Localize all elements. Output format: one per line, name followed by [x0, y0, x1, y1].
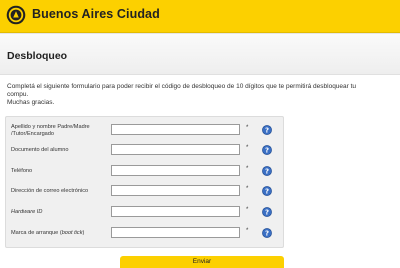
submit-button[interactable]: Enviar — [120, 256, 284, 268]
guardian-name-label: Apellido y nombre Padre/Madre /Tutor/Enc… — [11, 124, 111, 137]
boot-tick-label: Marca de arranque (boot tick) — [11, 230, 111, 237]
boot-tick-label-end: ) — [82, 230, 85, 236]
svg-text:?: ? — [265, 126, 269, 134]
required-marker: * — [246, 228, 249, 234]
question-mark-icon[interactable]: ? — [262, 166, 272, 176]
form-row-student-document: Documento del alumno * ? — [6, 144, 283, 158]
question-mark-icon[interactable]: ? — [262, 125, 272, 135]
boot-tick-input[interactable] — [111, 227, 240, 238]
form-row-boot-tick: Marca de arranque (boot tick) * ? — [6, 227, 283, 241]
required-marker: * — [246, 207, 249, 213]
svg-text:?: ? — [265, 146, 269, 154]
required-marker: * — [246, 186, 249, 192]
unlock-form: Apellido y nombre Padre/Madre /Tutor/Enc… — [5, 116, 284, 248]
form-row-hardware-id: Hardware ID * ? — [6, 206, 283, 220]
hardware-id-input[interactable] — [111, 206, 240, 217]
required-marker: * — [246, 166, 249, 172]
student-document-input[interactable] — [111, 144, 240, 155]
student-document-label: Documento del alumno — [11, 147, 69, 153]
boot-tick-label-italic: boot tick — [61, 230, 83, 236]
svg-text:?: ? — [265, 187, 269, 195]
intro-text: Completá el siguiente formulario para po… — [7, 83, 395, 107]
top-bar: Buenos Aires Ciudad — [0, 0, 400, 33]
intro-line: compu. — [7, 91, 29, 98]
guardian-name-input[interactable] — [111, 124, 240, 135]
hardware-id-label: Hardware ID — [11, 209, 111, 216]
question-mark-icon[interactable]: ? — [262, 186, 272, 196]
svg-text:?: ? — [265, 167, 269, 175]
question-mark-icon[interactable]: ? — [262, 207, 272, 217]
intro-line: Completá el siguiente formulario para po… — [7, 83, 357, 90]
boot-tick-label-text: Marca de arranque ( — [11, 230, 62, 236]
brand-title[interactable]: Buenos Aires Ciudad — [32, 7, 160, 21]
svg-text:?: ? — [265, 208, 269, 216]
page-title: Desbloqueo — [7, 50, 68, 62]
question-mark-icon[interactable]: ? — [262, 228, 272, 238]
required-marker: * — [246, 145, 249, 151]
question-mark-icon[interactable]: ? — [262, 145, 272, 155]
city-seal-icon[interactable] — [6, 5, 26, 25]
label-line: /Tutor/Encargado — [11, 130, 55, 137]
intro-line: Muchas gracias. — [7, 99, 55, 106]
svg-text:?: ? — [265, 229, 269, 237]
label-line: Apellido y nombre Padre/Madre — [11, 124, 90, 130]
form-row-guardian-name: Apellido y nombre Padre/Madre /Tutor/Enc… — [6, 124, 283, 138]
email-label: Dirección de correo electrónico — [11, 188, 89, 194]
phone-label: Teléfono — [11, 168, 33, 174]
phone-input[interactable] — [111, 165, 240, 176]
form-row-phone: Teléfono * ? — [6, 165, 283, 179]
required-marker: * — [246, 125, 249, 131]
email-input[interactable] — [111, 185, 240, 196]
hardware-id-label-text: Hardware ID — [11, 209, 43, 215]
form-row-email: Dirección de correo electrónico * ? — [6, 185, 283, 199]
page-title-bar: Desbloqueo — [0, 33, 400, 75]
